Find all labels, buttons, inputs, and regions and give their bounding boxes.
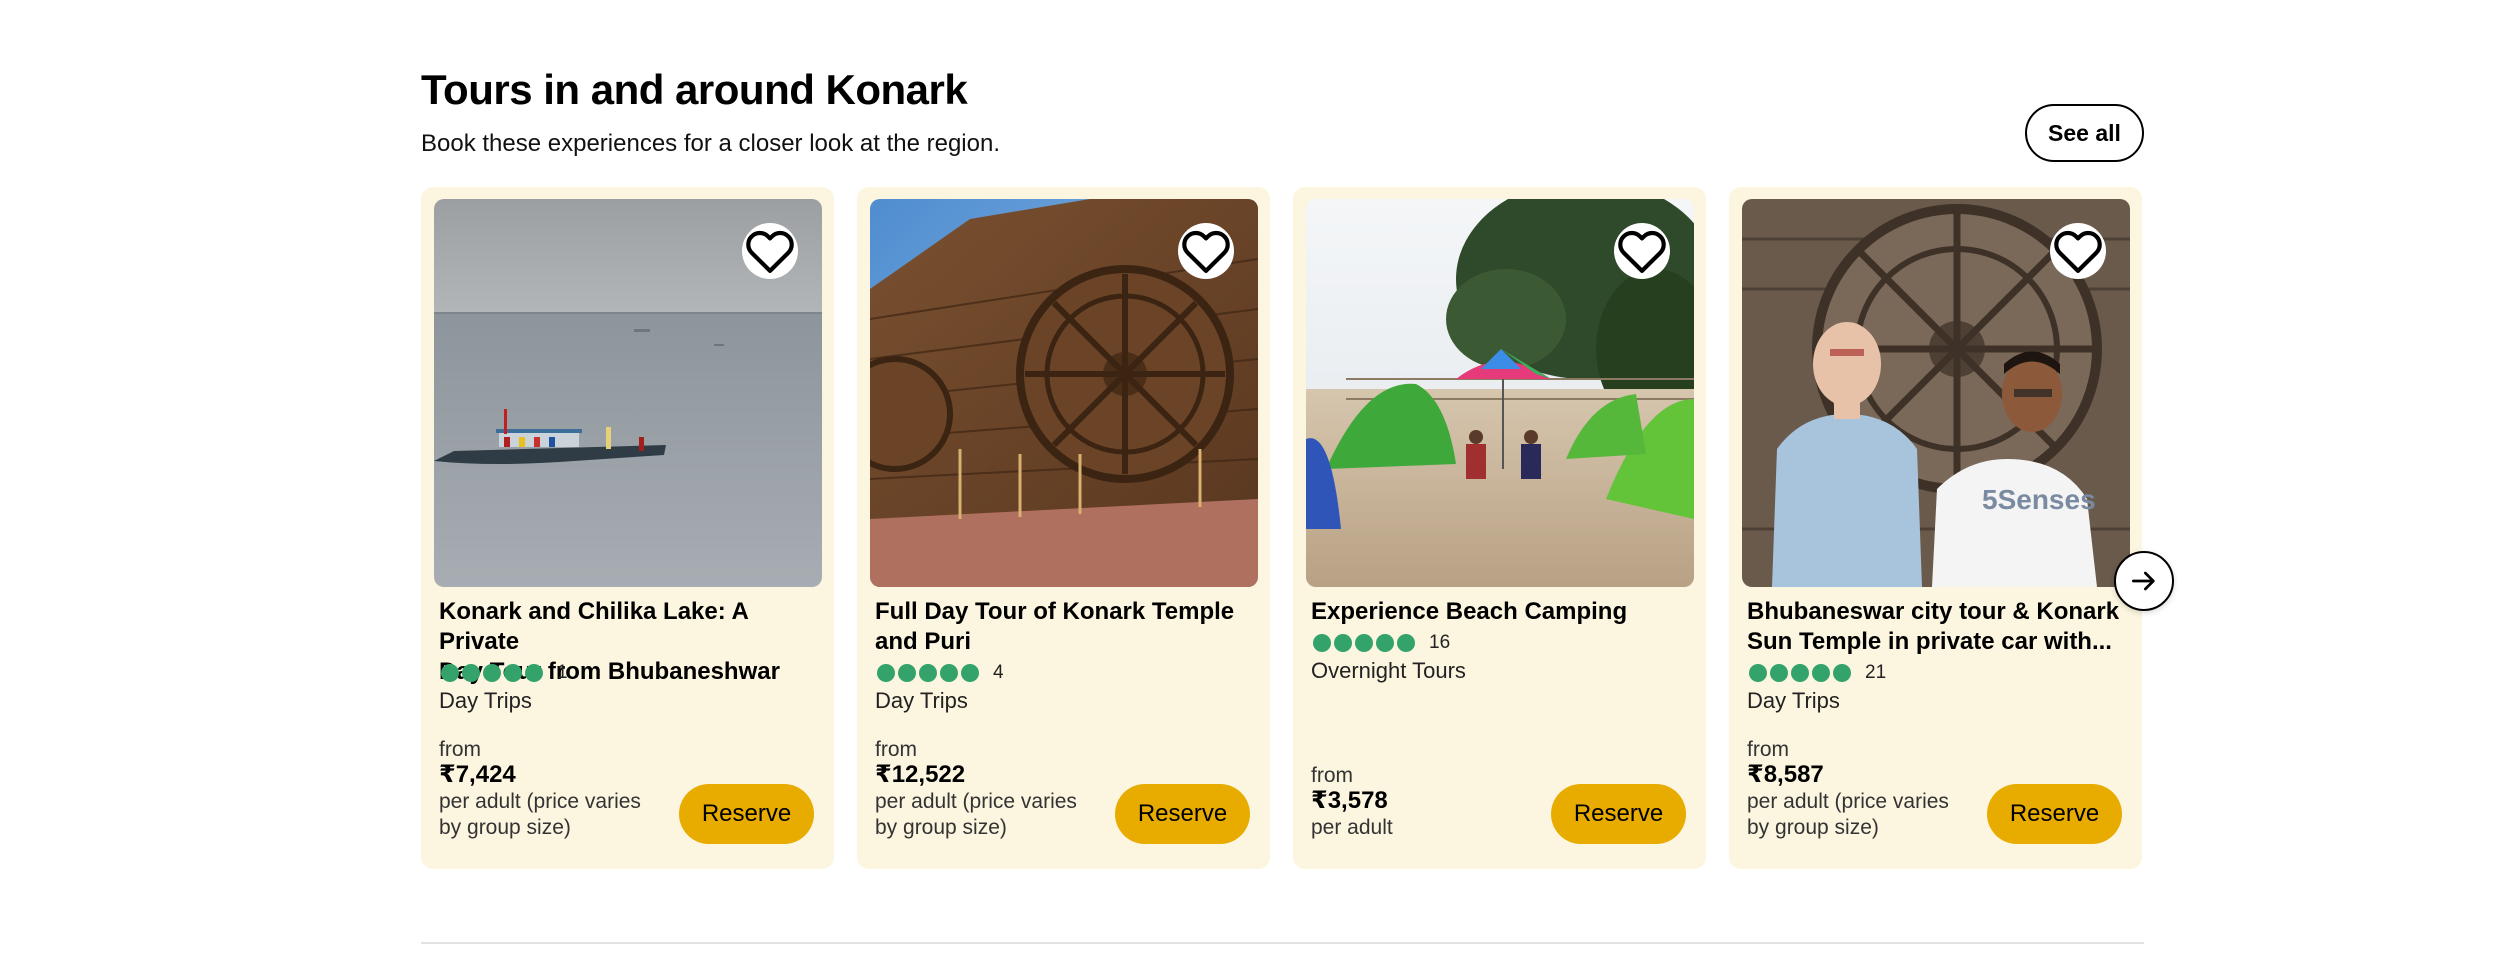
- rating-bubble: [1770, 664, 1788, 682]
- tshirt-logo-text: 5Senses: [1982, 484, 2096, 515]
- price-note-line: by group size): [875, 816, 1007, 839]
- price: ₹12,522: [875, 761, 966, 788]
- price: ₹7,424: [439, 761, 516, 788]
- save-button[interactable]: [742, 223, 798, 279]
- rating-bubble: [1334, 634, 1352, 652]
- rating-bubble: [1397, 634, 1415, 652]
- from-label: from: [439, 738, 481, 761]
- price-note-line: per adult (price varies: [439, 790, 641, 813]
- tour-card[interactable]: Full Day Tour of Konark Temple and Puri …: [857, 187, 1270, 869]
- reserve-button[interactable]: Reserve: [1987, 784, 2122, 844]
- tour-title-line: Bhubaneswar city tour & Konark: [1747, 598, 2120, 625]
- tour-card[interactable]: 5Senses Bhubaneswar city tour & Konark S…: [1729, 187, 2142, 869]
- rating-bubble: [877, 664, 895, 682]
- rating-bubble: [940, 664, 958, 682]
- price-note: per adult (price varies by group size): [439, 789, 669, 841]
- tour-card[interactable]: Konark and Chilika Lake: A Private Day T…: [421, 187, 834, 869]
- price: ₹3,578: [1311, 787, 1388, 814]
- rating-bubble: [898, 664, 916, 682]
- price: ₹8,587: [1747, 761, 1824, 788]
- rating-bubble: [1376, 634, 1394, 652]
- arrow-right-icon: [2132, 571, 2155, 591]
- tour-title-line: Sun Temple in private car with...: [1747, 628, 2112, 655]
- save-button[interactable]: [2050, 223, 2106, 279]
- heart-icon: [2054, 230, 2102, 273]
- reserve-button[interactable]: Reserve: [1115, 784, 1250, 844]
- beach-tents-photo[interactable]: [1306, 199, 1694, 587]
- rating-bubble: [1313, 634, 1331, 652]
- heart-icon: [1618, 230, 1666, 273]
- price-note-line: per adult (price varies: [875, 790, 1077, 813]
- rating: 4: [877, 661, 1004, 685]
- price-note-line: per adult (price varies: [1747, 790, 1949, 813]
- rating: 16: [1313, 631, 1450, 655]
- carousel-next-button[interactable]: [2114, 551, 2174, 611]
- save-button[interactable]: [1614, 223, 1670, 279]
- rating: 21: [1749, 661, 1886, 685]
- see-all-button[interactable]: See all: [2025, 104, 2144, 162]
- rating-bubbles: [877, 664, 979, 682]
- tours-section: Tours in and around Konark Book these ex…: [421, 0, 2174, 963]
- price-note-line: by group size): [1747, 816, 1879, 839]
- tour-title[interactable]: Bhubaneswar city tour & Konark Sun Templ…: [1747, 597, 2127, 657]
- tour-category: Day Trips: [875, 688, 968, 713]
- rating-bubbles: [1313, 634, 1415, 652]
- konark-temple-wheel-photo[interactable]: [870, 199, 1258, 587]
- rating-bubble: [1833, 664, 1851, 682]
- rating-bubble: [1355, 634, 1373, 652]
- reserve-button[interactable]: Reserve: [1551, 784, 1686, 844]
- heart-icon: [1182, 230, 1230, 273]
- from-label: from: [1311, 764, 1353, 787]
- tour-category: Overnight Tours: [1311, 658, 1466, 683]
- from-label: from: [875, 738, 917, 761]
- rating-bubble: [462, 664, 480, 682]
- rating: 1: [441, 661, 568, 685]
- rating-bubbles: [441, 664, 543, 682]
- tour-title[interactable]: Experience Beach Camping: [1311, 597, 1691, 627]
- review-count: 16: [1429, 632, 1451, 653]
- reserve-button[interactable]: Reserve: [679, 784, 814, 844]
- rating-bubble: [919, 664, 937, 682]
- rating-bubble: [504, 664, 522, 682]
- price-note: per adult: [1311, 815, 1541, 841]
- rating-bubble: [1812, 664, 1830, 682]
- tour-category: Day Trips: [1747, 688, 1840, 713]
- rating-bubble: [1749, 664, 1767, 682]
- tour-category: Day Trips: [439, 688, 532, 713]
- rating-bubble: [441, 664, 459, 682]
- tour-carousel: Konark and Chilika Lake: A Private Day T…: [421, 187, 2174, 869]
- review-count: 4: [993, 662, 1004, 683]
- rating-bubbles: [1749, 664, 1851, 682]
- tour-title-line: Konark and Chilika Lake: A Private: [439, 598, 748, 655]
- from-label: from: [1747, 738, 1789, 761]
- tour-title-line: Experience Beach Camping: [1311, 598, 1628, 625]
- two-men-at-temple-wheel-photo[interactable]: 5Senses: [1742, 199, 2130, 587]
- section-divider: [421, 942, 2144, 944]
- tour-title-line: Full Day Tour of Konark Temple: [875, 598, 1235, 625]
- price-note: per adult (price varies by group size): [1747, 789, 1977, 841]
- price-note-line: per adult: [1311, 816, 1393, 839]
- rating-bubble: [525, 664, 543, 682]
- review-count: 21: [1865, 662, 1887, 683]
- section-subtitle: Book these experiences for a closer look…: [421, 130, 1000, 157]
- review-count: 1: [557, 662, 568, 683]
- rating-bubble: [961, 664, 979, 682]
- rating-bubble: [1791, 664, 1809, 682]
- save-button[interactable]: [1178, 223, 1234, 279]
- price-note-line: by group size): [439, 816, 571, 839]
- boat-on-lake-photo[interactable]: [434, 199, 822, 587]
- price-note: per adult (price varies by group size): [875, 789, 1105, 841]
- rating-bubble: [483, 664, 501, 682]
- tour-title[interactable]: Full Day Tour of Konark Temple and Puri: [875, 597, 1255, 657]
- heart-icon: [746, 230, 794, 273]
- tour-card[interactable]: Experience Beach Camping 16 Overnight To…: [1293, 187, 1706, 869]
- tour-title-line: and Puri: [875, 628, 972, 655]
- section-title: Tours in and around Konark: [421, 66, 968, 113]
